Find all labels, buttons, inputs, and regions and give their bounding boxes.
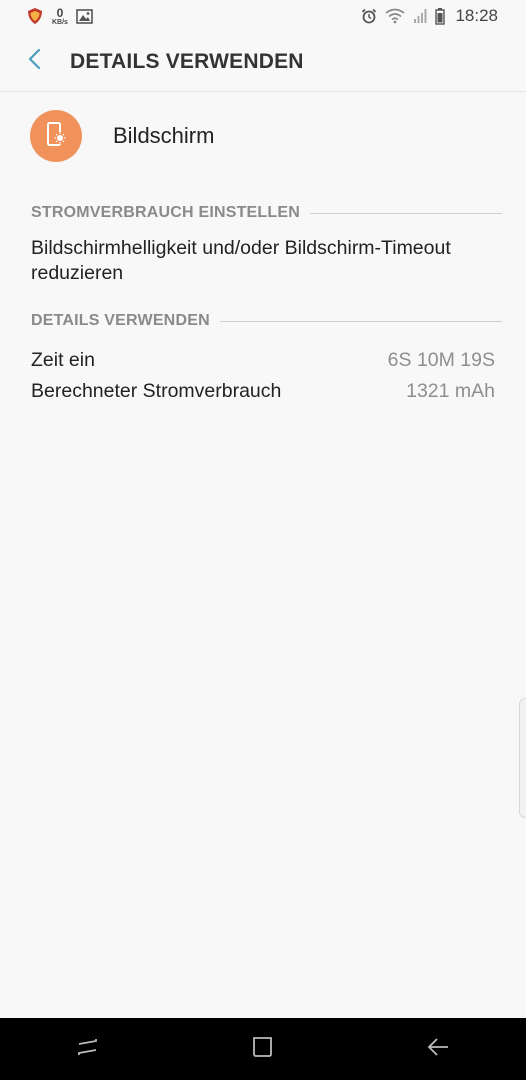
app-header: Bildschirm xyxy=(30,108,496,164)
signal-icon xyxy=(413,8,427,24)
section-header-power: STROMVERBRAUCH EINSTELLEN xyxy=(31,202,502,224)
navigation-bar xyxy=(0,1018,526,1080)
section-divider xyxy=(310,212,502,214)
detail-row-time-on: Zeit ein 6S 10M 19S xyxy=(31,346,495,374)
wifi-icon xyxy=(385,8,405,24)
section-header-label: DETAILS VERWENDEN xyxy=(31,312,210,329)
back-nav-button[interactable] xyxy=(408,1024,468,1074)
recents-button[interactable] xyxy=(58,1024,118,1074)
section-header-details: DETAILS VERWENDEN xyxy=(31,310,502,332)
app-icon xyxy=(30,110,82,162)
power-saving-tip[interactable]: Bildschirmhelligkeit und/oder Bildschirm… xyxy=(31,236,498,286)
clock: 18:28 xyxy=(455,6,498,25)
image-icon xyxy=(76,8,93,24)
shield-app-icon xyxy=(26,7,44,25)
detail-value: 1321 mAh xyxy=(406,379,495,402)
detail-row-power-usage: Berechneter Stromverbrauch 1321 mAh xyxy=(31,377,495,405)
app-name: Bildschirm xyxy=(113,123,215,148)
detail-label: Zeit ein xyxy=(31,348,95,371)
detail-label: Berechneter Stromverbrauch xyxy=(31,379,282,402)
chevron-left-icon xyxy=(27,48,43,75)
section-divider xyxy=(219,320,502,322)
net-speed-value: 0 xyxy=(56,5,64,20)
net-speed-unit: KB/s xyxy=(52,18,68,26)
recents-icon xyxy=(76,1036,100,1063)
screen-brightness-icon xyxy=(43,121,69,152)
app-bar: DETAILS VERWENDEN xyxy=(0,32,526,92)
home-button[interactable] xyxy=(233,1024,293,1074)
back-icon xyxy=(426,1036,450,1063)
home-icon xyxy=(251,1035,275,1064)
section-header-label: STROMVERBRAUCH EINSTELLEN xyxy=(31,204,301,221)
alarm-icon xyxy=(361,8,377,24)
edge-panel-handle[interactable] xyxy=(519,698,526,818)
net-speed-indicator: 0 KB/s xyxy=(52,7,68,26)
battery-icon xyxy=(435,7,446,25)
status-bar: 0 KB/s 18:28 xyxy=(0,0,526,32)
page-title: DETAILS VERWENDEN xyxy=(70,49,304,73)
detail-value: 6S 10M 19S xyxy=(387,348,495,371)
back-button[interactable] xyxy=(0,32,70,92)
